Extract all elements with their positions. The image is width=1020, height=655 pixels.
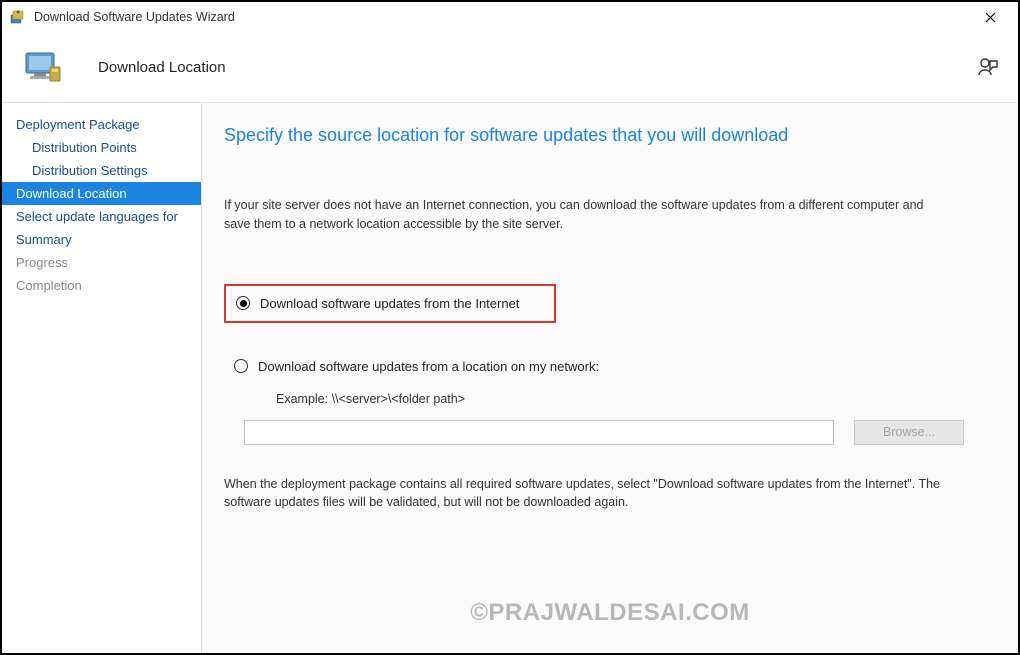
radio-download-internet[interactable]: Download software updates from the Inter… <box>224 284 556 323</box>
sidebar-item-progress: Progress <box>2 251 201 274</box>
content-intro: If your site server does not have an Int… <box>224 196 944 234</box>
radio-internet-label: Download software updates from the Inter… <box>260 296 519 311</box>
wizard-window: Download Software Updates Wizard Downloa… <box>0 0 1020 655</box>
header: Download Location <box>2 32 1018 102</box>
sidebar-item-distribution-points[interactable]: Distribution Points <box>2 136 201 159</box>
radio-icon <box>234 359 248 373</box>
radio-icon <box>236 296 250 310</box>
browse-button[interactable]: Browse... <box>854 420 964 445</box>
sidebar-item-summary[interactable]: Summary <box>2 228 201 251</box>
computer-icon <box>20 43 68 91</box>
titlebar: Download Software Updates Wizard <box>2 2 1018 32</box>
sidebar-item-distribution-settings[interactable]: Distribution Settings <box>2 159 201 182</box>
app-icon <box>10 9 26 25</box>
page-title: Download Location <box>98 59 976 76</box>
radio-network-label: Download software updates from a locatio… <box>258 359 599 374</box>
network-path-input[interactable] <box>244 420 834 445</box>
feedback-icon[interactable] <box>976 55 1000 79</box>
content-note: When the deployment package contains all… <box>224 475 984 513</box>
content-panel: Specify the source location for software… <box>202 103 1018 653</box>
watermark: ©PRAJWALDESAI.COM <box>470 599 750 627</box>
path-row: Browse... <box>224 420 994 445</box>
example-text: Example: \\<server>\<folder path> <box>224 392 994 406</box>
body: Deployment Package Distribution Points D… <box>2 103 1018 653</box>
radio-download-network[interactable]: Download software updates from a locatio… <box>224 351 994 382</box>
sidebar-item-download-location[interactable]: Download Location <box>2 182 201 205</box>
sidebar-item-deployment-package[interactable]: Deployment Package <box>2 113 201 136</box>
sidebar-item-select-languages[interactable]: Select update languages for <box>2 205 201 228</box>
sidebar: Deployment Package Distribution Points D… <box>2 103 202 653</box>
sidebar-item-completion: Completion <box>2 274 201 297</box>
window-title: Download Software Updates Wizard <box>34 10 235 24</box>
close-button[interactable] <box>970 3 1010 31</box>
content-heading: Specify the source location for software… <box>224 125 994 146</box>
